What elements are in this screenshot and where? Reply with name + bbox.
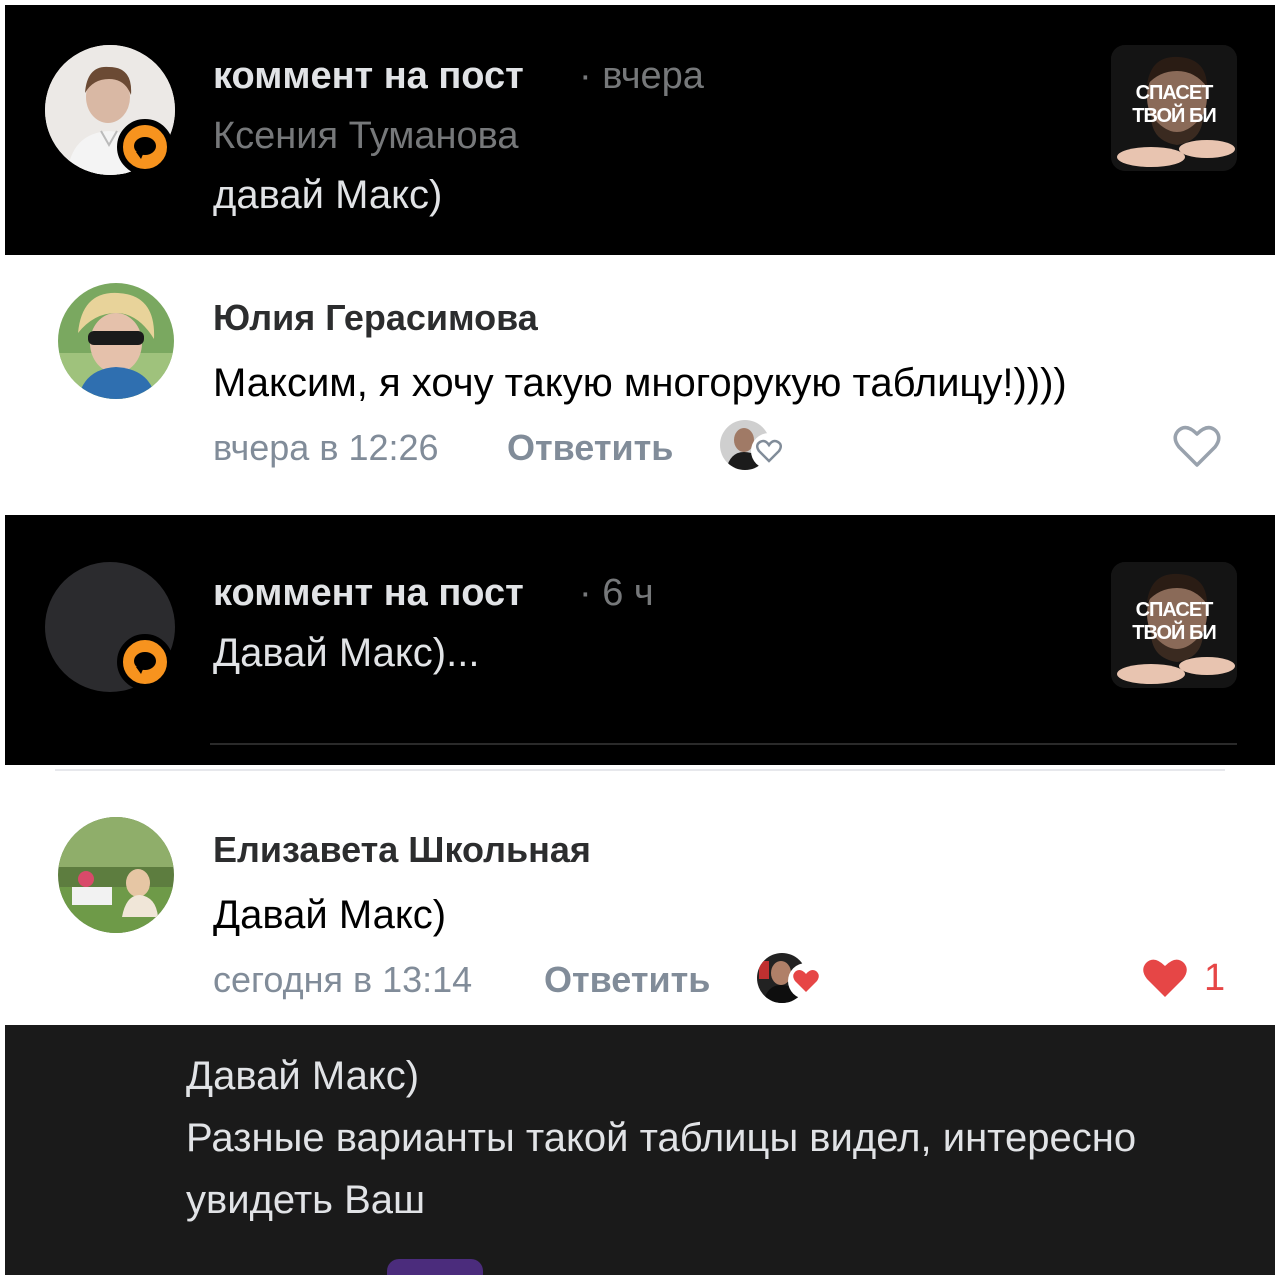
author-heart-outline-icon [751,433,787,469]
comment-1: Юлия Герасимова Максим, я хочу такую мно… [5,255,1275,515]
notification-title: коммент на пост [213,572,524,614]
heart-filled-icon [1143,959,1187,997]
comment-badge-icon [117,119,173,175]
post-thumbnail[interactable]: СПАСЕТ ТВОЙ БИ [1111,562,1237,688]
comment-time: сегодня в 13:14 [213,959,473,1000]
notification-2[interactable]: коммент на пост · 6 ч Давай Макс)... СПА… [5,515,1275,765]
avatar [58,817,174,933]
divider [210,743,1237,745]
notification-text: давай Макс) [213,173,443,217]
comment-2: Елизавета Школьная Давай Макс) сегодня в… [5,765,1275,1025]
notification-time: · вчера [579,55,704,97]
comment-text: Давай Макс) [213,893,447,937]
like-count: 1 [1204,957,1226,999]
notification-1[interactable]: коммент на пост · вчера Ксения Туманова … [5,5,1275,255]
notification-text: Давай Макс)... [213,631,480,675]
notification-time: · 6 ч [579,572,654,614]
like-button[interactable] [1172,423,1222,469]
message-line-1: Давай Макс) [186,1054,420,1098]
thumbnail-caption: СПАСЕТ ТВОЙ БИ [1132,599,1216,644]
comment-author[interactable]: Юлия Герасимова [213,297,538,339]
comment-badge-icon [117,634,173,690]
comment-time: вчера в 12:26 [213,427,439,468]
post-thumbnail[interactable]: СПАСЕТ ТВОЙ БИ [1111,45,1237,171]
reply-message-panel: Давай Макс) Разные варианты такой таблиц… [5,1025,1275,1275]
avatar [58,283,174,399]
notification-title: коммент на пост [213,55,524,97]
reply-button[interactable]: Ответить [507,427,673,469]
comment-author[interactable]: Елизавета Школьная [213,829,591,871]
message-line-3: увидеть Ваш [186,1178,426,1222]
message-line-2: Разные варианты такой таблицы видел, инт… [186,1116,1137,1160]
comment-text: Максим, я хочу такую многорукую таблицу!… [213,361,1067,405]
heart-outline-icon [1173,425,1221,467]
reply-button[interactable]: Ответить [544,959,710,1001]
like-button[interactable]: 1 [1140,955,1230,1001]
author-heart-filled-icon [788,963,824,999]
thumbnail-caption: СПАСЕТ ТВОЙ БИ [1132,82,1216,127]
notification-author: Ксения Туманова [213,115,519,157]
purple-button-partial[interactable] [387,1259,483,1275]
divider [55,769,1225,771]
